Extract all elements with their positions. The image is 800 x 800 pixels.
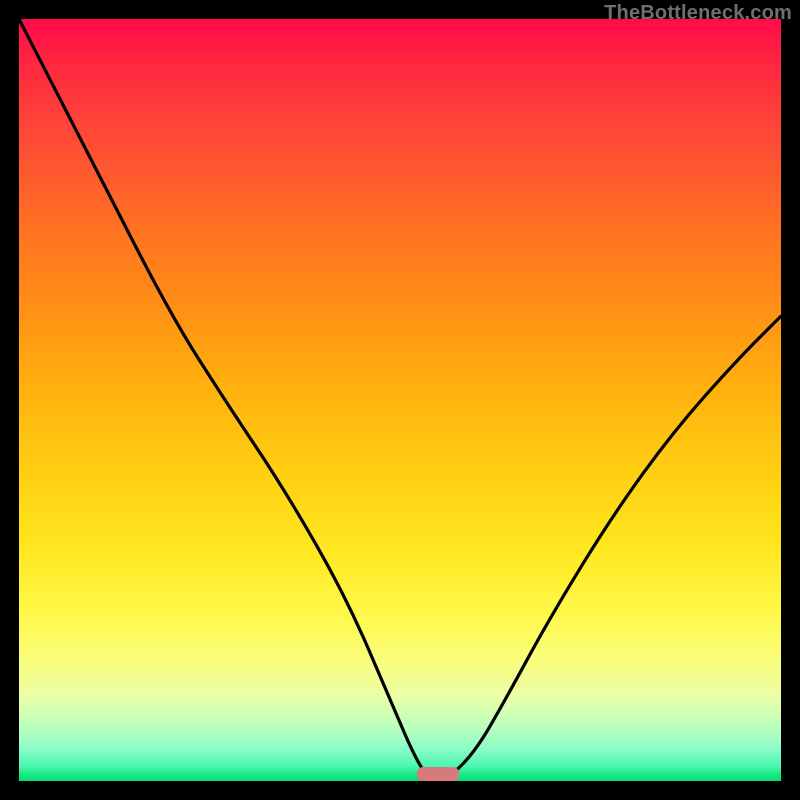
plot-area xyxy=(19,19,781,781)
watermark-text: TheBottleneck.com xyxy=(604,2,792,25)
chart-frame: TheBottleneck.com xyxy=(0,0,800,800)
bottleneck-marker xyxy=(417,767,459,781)
bottleneck-curve xyxy=(19,19,781,781)
